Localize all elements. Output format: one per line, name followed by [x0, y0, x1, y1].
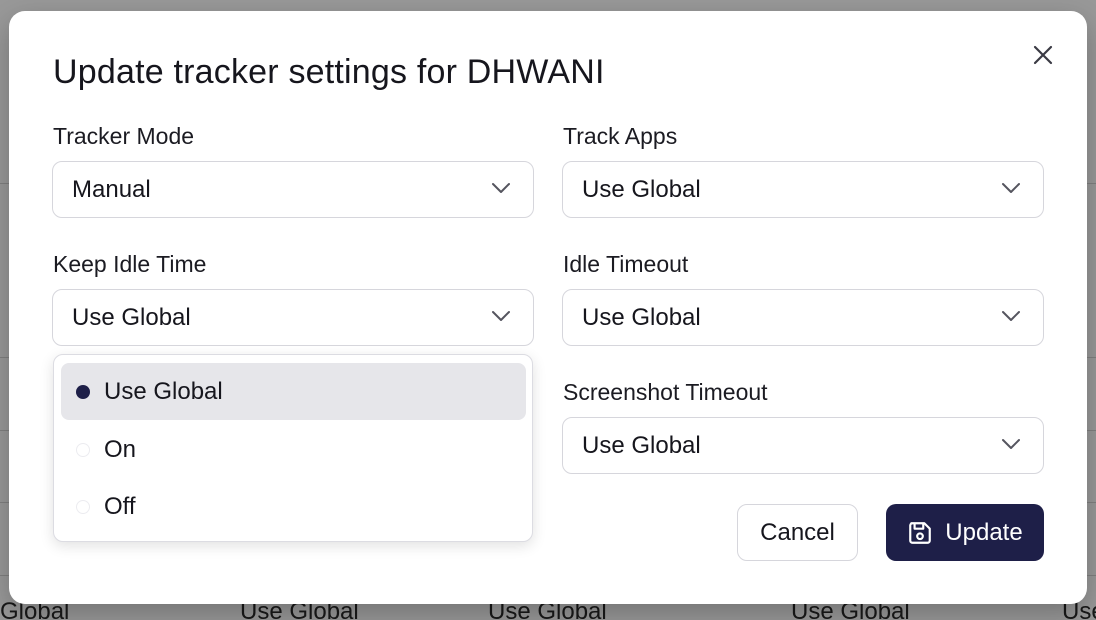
keep-idle-time-select[interactable]: Use Global	[52, 289, 534, 346]
modal-title: Update tracker settings for DHWANI	[53, 53, 605, 91]
track-apps-value: Use Global	[582, 175, 701, 203]
tracker-mode-value: Manual	[72, 175, 151, 203]
idle-timeout-select[interactable]: Use Global	[562, 289, 1044, 346]
dropdown-option-on[interactable]: On	[61, 421, 526, 478]
radio-unselected-icon	[76, 443, 90, 457]
tracker-mode-label: Tracker Mode	[53, 123, 195, 149]
chevron-down-icon	[1002, 183, 1020, 193]
chevron-down-icon	[1002, 439, 1020, 449]
keep-idle-time-label: Keep Idle Time	[53, 251, 207, 277]
tracker-mode-select[interactable]: Manual	[52, 161, 534, 218]
dropdown-option-label: On	[104, 435, 137, 463]
close-button[interactable]	[1029, 41, 1057, 69]
save-icon	[909, 521, 932, 544]
update-button-label: Update	[945, 518, 1023, 546]
chevron-down-icon	[492, 183, 510, 193]
track-apps-label: Track Apps	[563, 123, 678, 149]
dropdown-option-label: Off	[104, 492, 136, 520]
keep-idle-time-value: Use Global	[72, 303, 191, 331]
keep-idle-time-dropdown: Use Global On Off	[53, 354, 533, 542]
radio-selected-icon	[76, 385, 90, 399]
idle-timeout-value: Use Global	[582, 303, 701, 331]
chevron-down-icon	[492, 311, 510, 321]
dropdown-option-label: Use Global	[104, 377, 223, 405]
screenshot-timeout-select[interactable]: Use Global	[562, 417, 1044, 474]
dropdown-option-off[interactable]: Off	[61, 478, 526, 535]
chevron-down-icon	[1002, 311, 1020, 321]
cancel-button[interactable]: Cancel	[737, 504, 858, 561]
dropdown-option-use-global[interactable]: Use Global	[61, 363, 526, 420]
track-apps-select[interactable]: Use Global	[562, 161, 1044, 218]
tracker-settings-modal: Update tracker settings for DHWANI Track…	[9, 11, 1087, 604]
close-icon	[1033, 45, 1053, 65]
radio-unselected-icon	[76, 500, 90, 514]
screenshot-timeout-label: Screenshot Timeout	[563, 379, 768, 405]
idle-timeout-label: Idle Timeout	[563, 251, 689, 277]
screenshot-timeout-value: Use Global	[582, 431, 701, 459]
update-button[interactable]: Update	[886, 504, 1044, 561]
